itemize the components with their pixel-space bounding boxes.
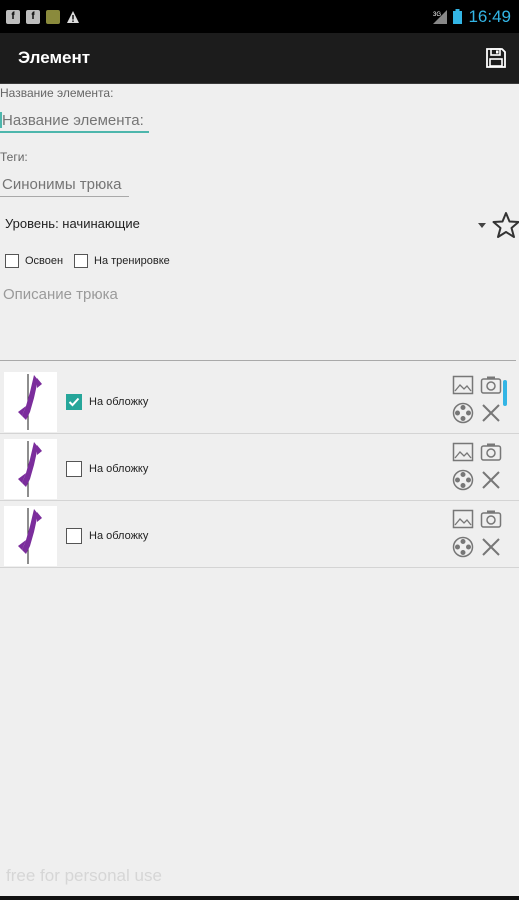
gallery-icon[interactable] (452, 374, 474, 396)
name-input-underline (0, 131, 149, 133)
cover-checkbox[interactable] (66, 528, 82, 544)
description-input[interactable]: Описание трюка (3, 286, 118, 303)
camera-icon[interactable] (480, 441, 502, 463)
status-time: 16:49 (468, 6, 511, 26)
battery-icon (453, 9, 463, 24)
tags-label: Теги: (0, 150, 28, 164)
status-bar: f f 3G 16:49 (0, 0, 519, 33)
page-title: Элемент (18, 48, 91, 67)
scroll-indicator (503, 380, 507, 406)
name-label: Название элемента: (0, 86, 114, 100)
gallery-icon[interactable] (452, 441, 474, 463)
tags-input-underline (0, 196, 129, 197)
save-icon (486, 48, 506, 68)
name-input[interactable] (0, 108, 154, 132)
notification-f-icon: f (26, 9, 40, 24)
cover-label: На обложку (89, 463, 149, 475)
trick-thumbnail[interactable] (4, 439, 57, 499)
bottom-edge (0, 896, 519, 900)
status-right: 3G 16:49 (433, 7, 519, 27)
trick-thumbnail[interactable] (4, 372, 57, 432)
cover-label: На обложку (89, 530, 149, 542)
film-reel-icon[interactable] (452, 402, 474, 424)
trick-figure-icon (18, 441, 42, 497)
camera-icon[interactable] (480, 508, 502, 530)
mastered-checkbox[interactable] (5, 254, 19, 268)
notification-f-icon: f (6, 9, 20, 24)
training-checkbox[interactable] (74, 254, 88, 268)
watermark: free for personal use (6, 866, 162, 885)
list-item: На обложку (0, 435, 519, 501)
trick-figure-icon (18, 508, 42, 564)
description-underline (0, 360, 516, 361)
action-bar: Элемент (0, 33, 519, 84)
level-spinner[interactable]: Уровень: начинающие (5, 216, 140, 231)
gallery-icon[interactable] (452, 508, 474, 530)
row-divider (0, 433, 519, 434)
cover-label: На обложку (89, 396, 149, 408)
trick-figure-icon (18, 374, 42, 430)
cover-checkbox[interactable] (66, 461, 82, 477)
mastered-label: Освоен (25, 255, 64, 267)
notification-gallery-icon (46, 9, 60, 24)
camera-icon[interactable] (480, 374, 502, 396)
spinner-caret-icon[interactable] (478, 223, 486, 228)
signal-icon: 3G (433, 9, 448, 24)
star-icon[interactable] (492, 211, 519, 239)
status-left-icons: f f (0, 9, 80, 24)
delete-icon[interactable] (480, 536, 502, 558)
check-icon (68, 397, 80, 407)
training-label: На тренировке (94, 255, 170, 267)
save-button[interactable] (483, 45, 509, 71)
delete-icon[interactable] (480, 469, 502, 491)
list-item: На обложку (0, 368, 519, 434)
delete-icon[interactable] (480, 402, 502, 424)
row-divider (0, 567, 519, 568)
list-item: На обложку (0, 502, 519, 568)
svg-text:3G: 3G (433, 12, 441, 18)
trick-thumbnail[interactable] (4, 506, 57, 566)
warning-icon (67, 10, 79, 23)
row-divider (0, 500, 519, 501)
film-reel-icon[interactable] (452, 469, 474, 491)
tags-input[interactable] (0, 172, 134, 196)
film-reel-icon[interactable] (452, 536, 474, 558)
cover-checkbox[interactable] (66, 394, 82, 410)
